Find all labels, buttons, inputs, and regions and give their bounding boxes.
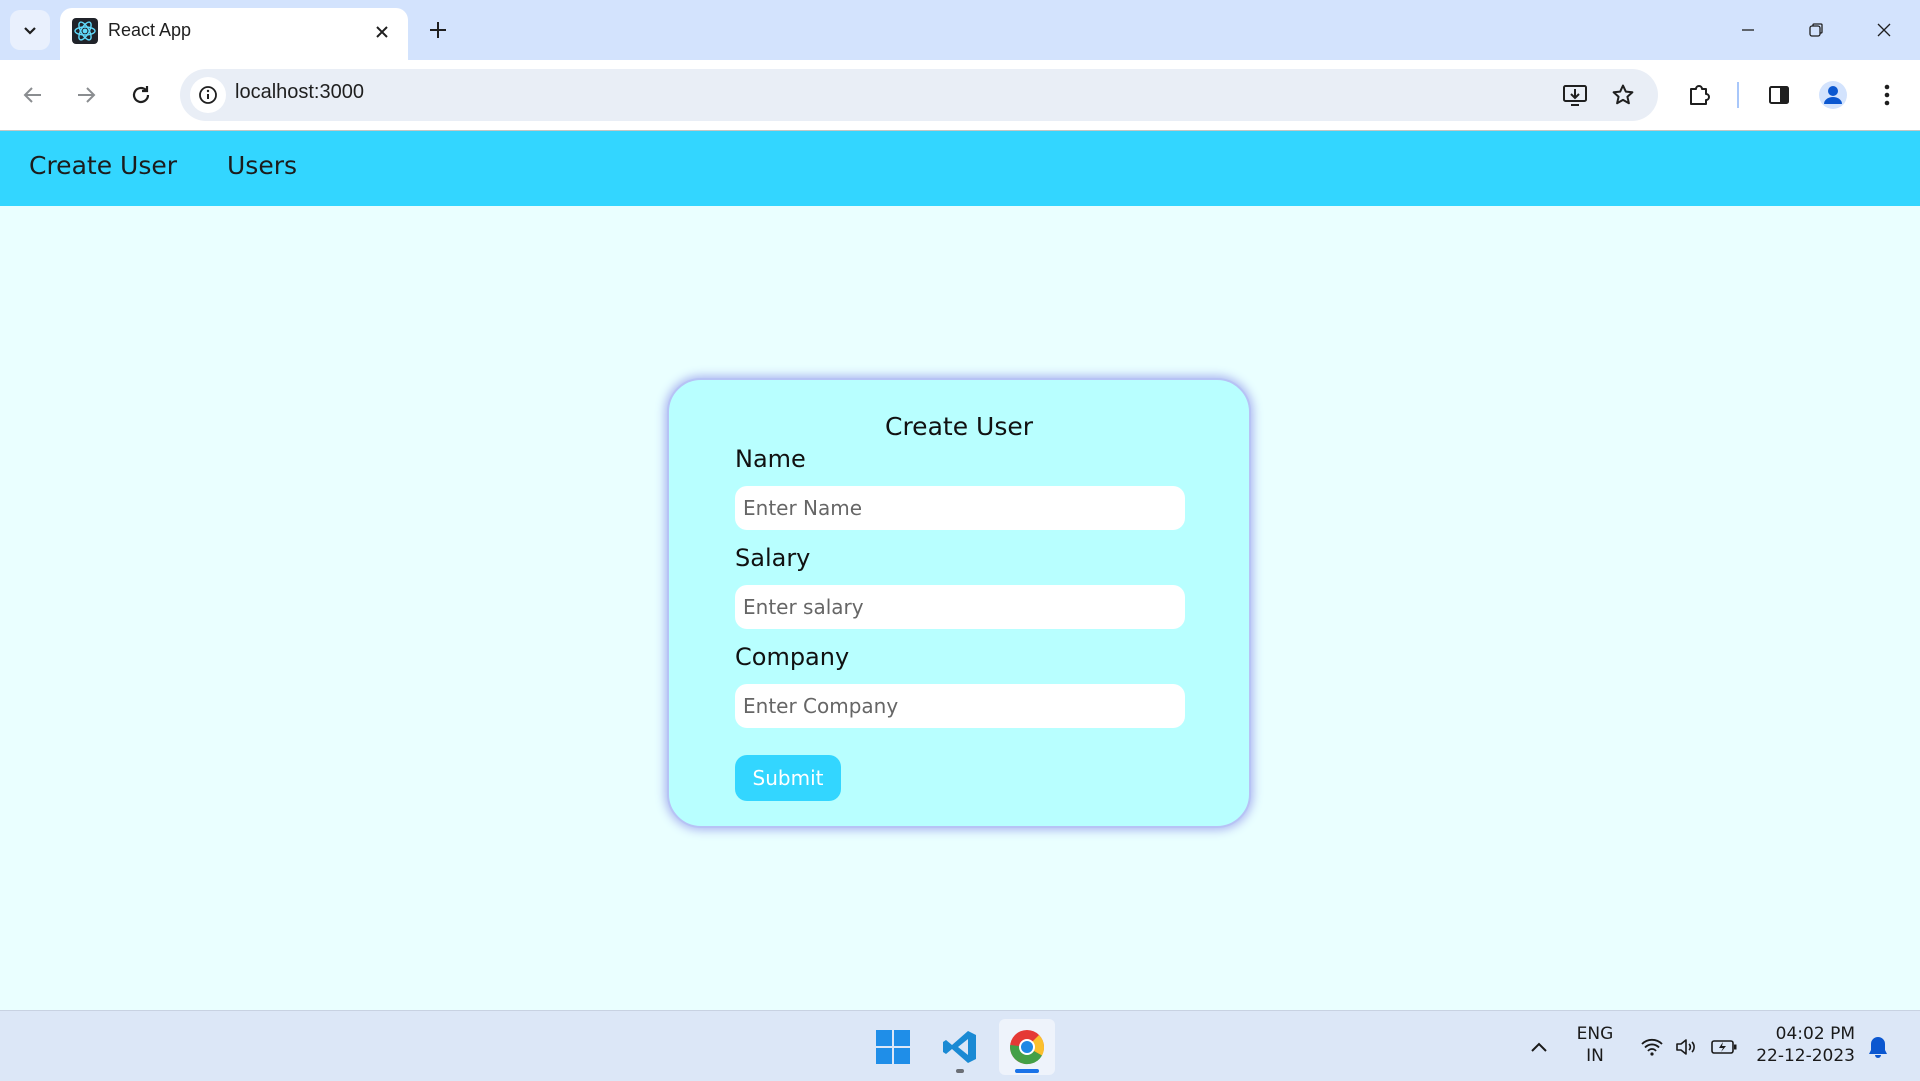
puzzle-icon <box>1690 85 1710 105</box>
windows-logo-icon <box>876 1030 910 1064</box>
chevron-down-icon <box>24 27 36 35</box>
name-input[interactable] <box>735 486 1185 530</box>
side-panel-button[interactable] <box>1758 74 1800 116</box>
menu-button[interactable] <box>1866 74 1908 116</box>
language-code: ENG <box>1576 1024 1614 1044</box>
address-bar[interactable]: localhost:3000 <box>180 69 1658 121</box>
more-vertical-icon <box>1884 84 1890 106</box>
bell-icon <box>1869 1037 1887 1058</box>
app-navbar: Create User Users <box>0 131 1920 206</box>
url-text[interactable]: localhost:3000 <box>235 81 364 104</box>
install-app-button[interactable] <box>1554 74 1596 116</box>
tab-search-button[interactable] <box>10 10 50 50</box>
clock-date: 22-12-2023 <box>1756 1046 1855 1066</box>
taskbar-chrome[interactable] <box>999 1019 1055 1075</box>
running-indicator <box>956 1069 964 1073</box>
speaker-icon <box>1676 1039 1695 1055</box>
language-indicator[interactable]: ENG IN <box>1570 1023 1620 1067</box>
restore-icon <box>1809 23 1823 37</box>
form-title: Create User <box>885 412 1033 441</box>
toolbar-divider <box>1737 82 1739 108</box>
close-icon <box>1877 23 1891 37</box>
back-button[interactable] <box>12 74 54 116</box>
reload-icon <box>132 86 150 104</box>
browser-toolbar: localhost:3000 <box>0 60 1920 131</box>
notifications-button[interactable] <box>1864 1033 1892 1061</box>
create-user-form: Create User Name Salary Company Submit <box>667 378 1251 828</box>
wifi-icon <box>1641 1038 1663 1056</box>
close-icon <box>376 26 388 38</box>
minimize-icon <box>1742 29 1754 31</box>
salary-input[interactable] <box>735 585 1185 629</box>
install-icon <box>1563 85 1587 106</box>
battery-status[interactable] <box>1710 1033 1738 1061</box>
minimize-button[interactable] <box>1714 0 1782 60</box>
side-panel-icon <box>1769 86 1789 104</box>
restore-button[interactable] <box>1782 0 1850 60</box>
new-tab-button[interactable] <box>422 14 454 46</box>
battery-charging-icon <box>1711 1040 1737 1054</box>
salary-label: Salary <box>735 544 811 572</box>
browser-tab-bar: React App <box>0 0 1920 60</box>
tab-close-button[interactable] <box>368 18 396 46</box>
browser-tab-active[interactable]: React App <box>60 8 408 60</box>
forward-button[interactable] <box>65 74 107 116</box>
clock-time: 04:02 PM <box>1775 1024 1855 1044</box>
star-icon <box>1612 84 1634 105</box>
company-label: Company <box>735 643 850 671</box>
show-hidden-icons-button[interactable] <box>1525 1033 1553 1061</box>
wifi-status[interactable] <box>1638 1033 1666 1061</box>
profile-button[interactable] <box>1812 74 1854 116</box>
name-label: Name <box>735 445 806 473</box>
bookmark-button[interactable] <box>1602 74 1644 116</box>
clock[interactable]: 04:02 PM 22-12-2023 <box>1755 1023 1855 1067</box>
avatar-icon <box>1819 81 1847 109</box>
vscode-icon <box>943 1031 976 1063</box>
company-input[interactable] <box>735 684 1185 728</box>
plus-icon <box>430 22 446 38</box>
start-button[interactable] <box>865 1019 921 1075</box>
volume-status[interactable] <box>1672 1033 1700 1061</box>
chevron-up-icon <box>1531 1042 1547 1052</box>
submit-button[interactable]: Submit <box>735 755 841 801</box>
site-info-button[interactable] <box>190 77 226 113</box>
taskbar-vscode[interactable] <box>932 1019 988 1075</box>
chrome-icon <box>1010 1030 1045 1065</box>
close-window-button[interactable] <box>1850 0 1918 60</box>
extensions-button[interactable] <box>1678 74 1720 116</box>
info-icon <box>199 86 217 104</box>
nav-link-create-user[interactable]: Create User <box>29 151 177 180</box>
nav-link-users[interactable]: Users <box>227 151 297 180</box>
react-logo-icon <box>72 18 98 44</box>
arrow-right-icon <box>78 87 96 103</box>
region-code: IN <box>1586 1046 1604 1066</box>
reload-button[interactable] <box>120 74 162 116</box>
tab-title: React App <box>108 20 192 40</box>
windows-taskbar: ENG IN 04:02 PM 22-12-2023 <box>0 1010 1920 1081</box>
active-indicator <box>1015 1069 1039 1073</box>
arrow-left-icon <box>23 87 41 103</box>
